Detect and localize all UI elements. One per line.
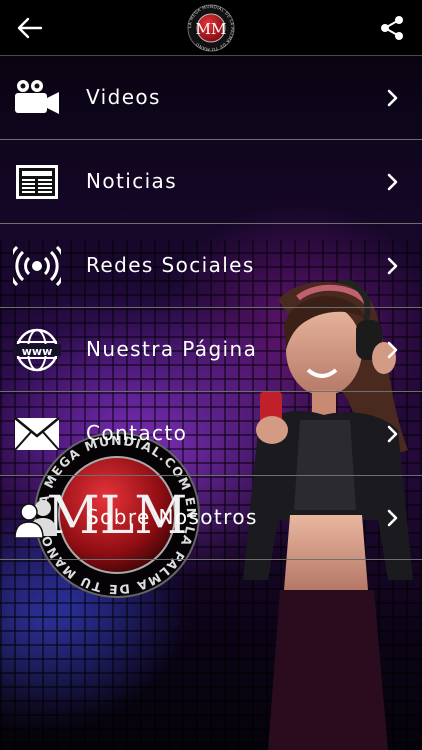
- menu-item-label: Videos: [86, 85, 161, 109]
- chevron-right-icon: [387, 89, 398, 107]
- chevron-right-icon: [387, 341, 398, 359]
- menu-item-label: Contacto: [86, 421, 188, 445]
- back-button[interactable]: [10, 10, 50, 46]
- people-icon: [13, 496, 61, 540]
- svg-text:www: www: [22, 345, 53, 358]
- newspaper-icon: [13, 160, 61, 204]
- share-icon: [381, 16, 403, 40]
- menu-item-nuestra-pagina[interactable]: www Nuestra Página: [0, 308, 422, 392]
- chevron-right-icon: [387, 509, 398, 527]
- menu-item-contacto[interactable]: Contacto: [0, 392, 422, 476]
- video-camera-icon: [13, 76, 61, 120]
- app-header: LA MEGA MUNDIAL DE LA PALMA DE TU MANO M…: [0, 0, 422, 56]
- broadcast-icon: [13, 244, 61, 288]
- menu-item-label: Sobre Nosotros: [86, 505, 258, 529]
- menu-item-sobre-nosotros[interactable]: Sobre Nosotros: [0, 476, 422, 560]
- chevron-right-icon: [387, 257, 398, 275]
- menu-item-label: Nuestra Página: [86, 337, 258, 361]
- chevron-right-icon: [387, 425, 398, 443]
- menu-item-videos[interactable]: Videos: [0, 56, 422, 140]
- envelope-icon: [13, 412, 61, 456]
- svg-text:MM: MM: [196, 20, 227, 38]
- globe-www-icon: www: [13, 328, 61, 372]
- share-button[interactable]: [372, 10, 412, 46]
- chevron-right-icon: [387, 173, 398, 191]
- menu-item-noticias[interactable]: Noticias: [0, 140, 422, 224]
- menu-item-redes-sociales[interactable]: Redes Sociales: [0, 224, 422, 308]
- menu-item-label: Redes Sociales: [86, 253, 255, 277]
- arrow-left-icon: [17, 17, 43, 39]
- main-menu: Videos Noticias Redes Sociales www Nuest…: [0, 56, 422, 560]
- menu-item-label: Noticias: [86, 169, 178, 193]
- app-logo: LA MEGA MUNDIAL DE LA PALMA DE TU MANO M…: [187, 4, 235, 52]
